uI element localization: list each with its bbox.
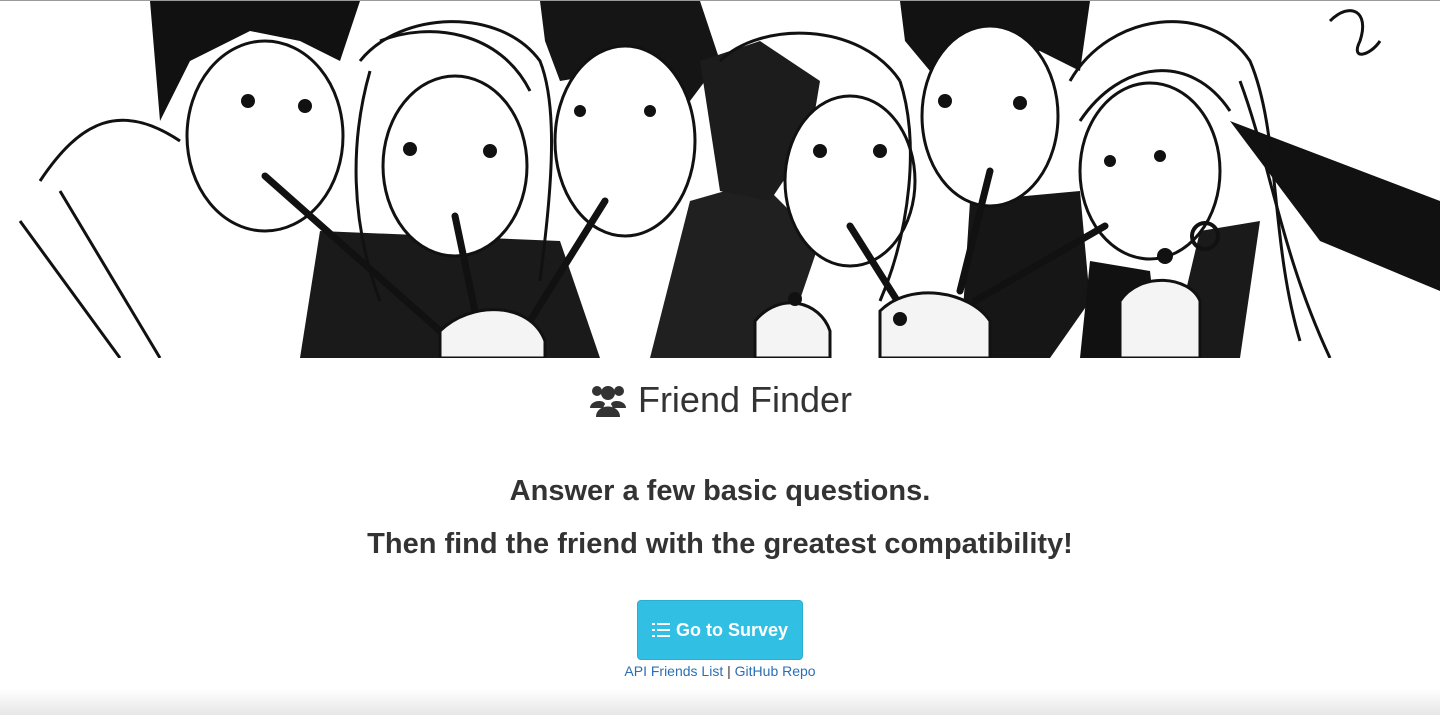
hero-image [0,1,1440,358]
footer-links: API Friends List | GitHub Repo [0,663,1440,679]
bottom-shadow [0,689,1440,715]
users-icon [589,386,626,417]
api-friends-list-link[interactable]: API Friends List [624,663,723,679]
intro-text: Answer a few basic questions. Then find … [0,465,1440,571]
main-content: Friend Finder Answer a few basic questio… [0,379,1440,679]
github-repo-link[interactable]: GitHub Repo [735,663,816,679]
page: Friend Finder Answer a few basic questio… [0,0,1440,715]
page-title: Friend Finder [0,379,1440,421]
list-icon [651,623,670,637]
intro-line-1: Answer a few basic questions. [509,475,931,507]
friends-sketch-illustration [0,1,1440,358]
intro-line-2: Then find the friend with the greatest c… [367,528,1073,560]
link-separator: | [727,663,731,679]
go-to-survey-label: Go to Survey [675,619,789,640]
page-title-text: Friend Finder [637,379,853,420]
go-to-survey-button[interactable]: Go to Survey [637,600,803,660]
